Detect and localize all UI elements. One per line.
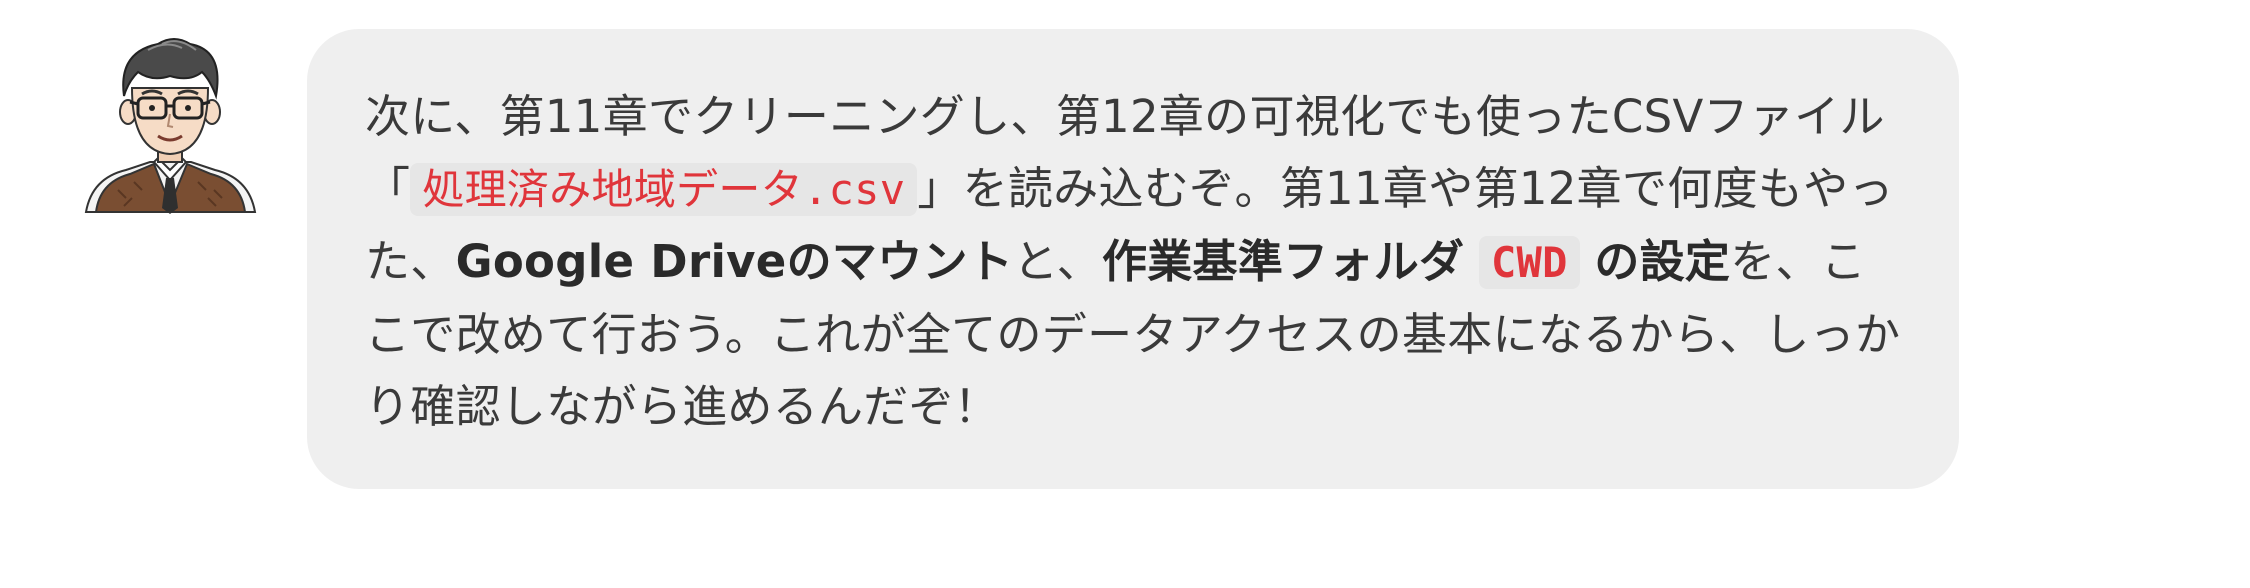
message-part-3: と、 [1013, 235, 1102, 288]
cwd-code: CWD [1478, 236, 1580, 289]
chat-message-row: 次に、第11章でクリーニングし、第12章の可視化でも使ったCSVファイル「 処理済… [0, 0, 2250, 588]
teacher-avatar-icon [84, 38, 257, 214]
settings-bold: の設定 [1594, 235, 1731, 288]
drive-mount-bold: Google Driveのマウント [455, 235, 1014, 288]
teacher-avatar [78, 30, 263, 215]
filename-code: 処理済み地域データ.csv [410, 163, 918, 216]
work-folder-bold: 作業基準フォルダ [1101, 235, 1465, 288]
speech-bubble: 次に、第11章でクリーニングし、第12章の可視化でも使ったCSVファイル「 処理済… [307, 29, 1959, 489]
message-text: 次に、第11章でクリーニングし、第12章の可視化でも使ったCSVファイル「 処理済… [365, 81, 1903, 443]
